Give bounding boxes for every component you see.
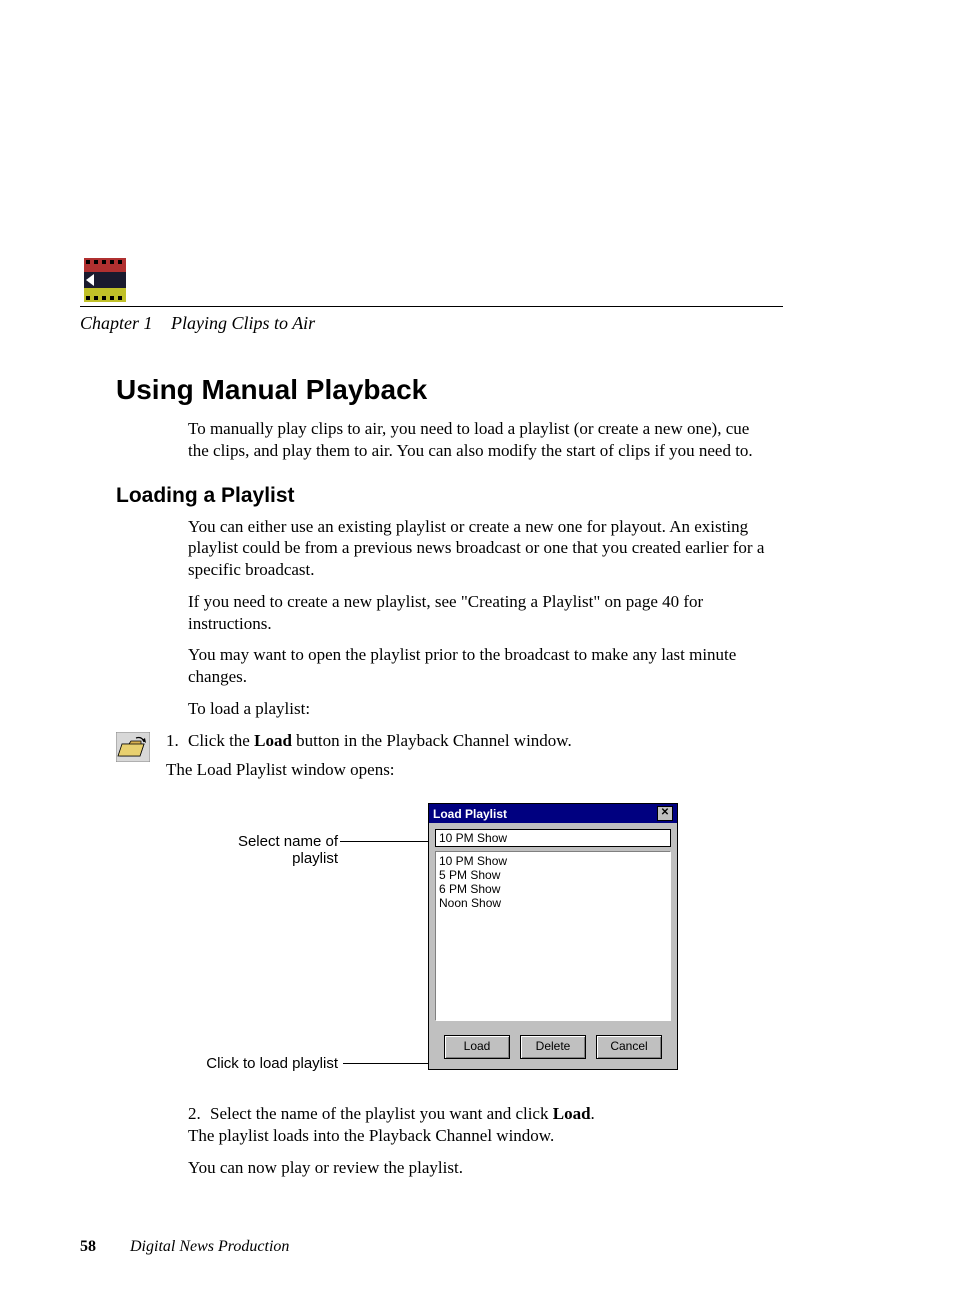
step1-text: Click the Load button in the Playback Ch… <box>188 730 746 752</box>
callout-select-name: Select name of playlist <box>188 833 338 867</box>
step1-number: 1. <box>166 730 188 752</box>
list-item[interactable]: Noon Show <box>439 896 667 910</box>
open-folder-icon <box>116 732 150 762</box>
step2-sub: The playlist loads into the Playback Cha… <box>188 1125 768 1147</box>
step1-sub: The Load Playlist window opens: <box>166 759 746 781</box>
chapter-number: Chapter 1 <box>80 313 153 333</box>
step2-text: Select the name of the playlist you want… <box>210 1103 768 1125</box>
dialog-title: Load Playlist <box>433 807 507 821</box>
list-item[interactable]: 5 PM Show <box>439 868 667 882</box>
page-footer: 58 Digital News Production <box>80 1238 874 1256</box>
chapter-icon <box>80 258 130 304</box>
closing: You can now play or review the playlist. <box>188 1157 768 1179</box>
load-playlist-dialog: Load Playlist ✕ 10 PM Show 5 PM Show 6 P… <box>428 803 678 1070</box>
sub-p3: You may want to open the playlist prior … <box>188 644 768 688</box>
callout-click-load: Click to load playlist <box>188 1055 338 1072</box>
sub-p2: If you need to create a new playlist, se… <box>188 591 768 635</box>
subsection-title: Loading a Playlist <box>116 484 874 508</box>
section-intro: To manually play clips to air, you need … <box>188 418 768 462</box>
load-button[interactable]: Load <box>444 1035 510 1059</box>
close-icon[interactable]: ✕ <box>657 806 673 821</box>
footer-title: Digital News Production <box>130 1238 289 1255</box>
list-item[interactable]: 10 PM Show <box>439 854 667 868</box>
header-rule <box>80 306 783 307</box>
page-number: 58 <box>80 1238 96 1255</box>
chapter-line: Chapter 1 Playing Clips to Air <box>80 313 874 334</box>
section-title: Using Manual Playback <box>116 374 874 406</box>
list-item[interactable]: 6 PM Show <box>439 882 667 896</box>
playlist-name-input[interactable] <box>435 829 671 847</box>
sub-p1: You can either use an existing playlist … <box>188 516 768 581</box>
playlist-list[interactable]: 10 PM Show 5 PM Show 6 PM Show Noon Show <box>435 851 671 1021</box>
sub-lead: To load a playlist: <box>188 698 768 720</box>
step2-number: 2. <box>188 1103 210 1125</box>
load-playlist-figure: Select name of playlist Click to load pl… <box>188 803 688 1093</box>
chapter-title: Playing Clips to Air <box>171 313 315 333</box>
callout-line-2 <box>343 1063 433 1064</box>
callout-line-1 <box>340 841 430 842</box>
delete-button[interactable]: Delete <box>520 1035 586 1059</box>
cancel-button[interactable]: Cancel <box>596 1035 662 1059</box>
